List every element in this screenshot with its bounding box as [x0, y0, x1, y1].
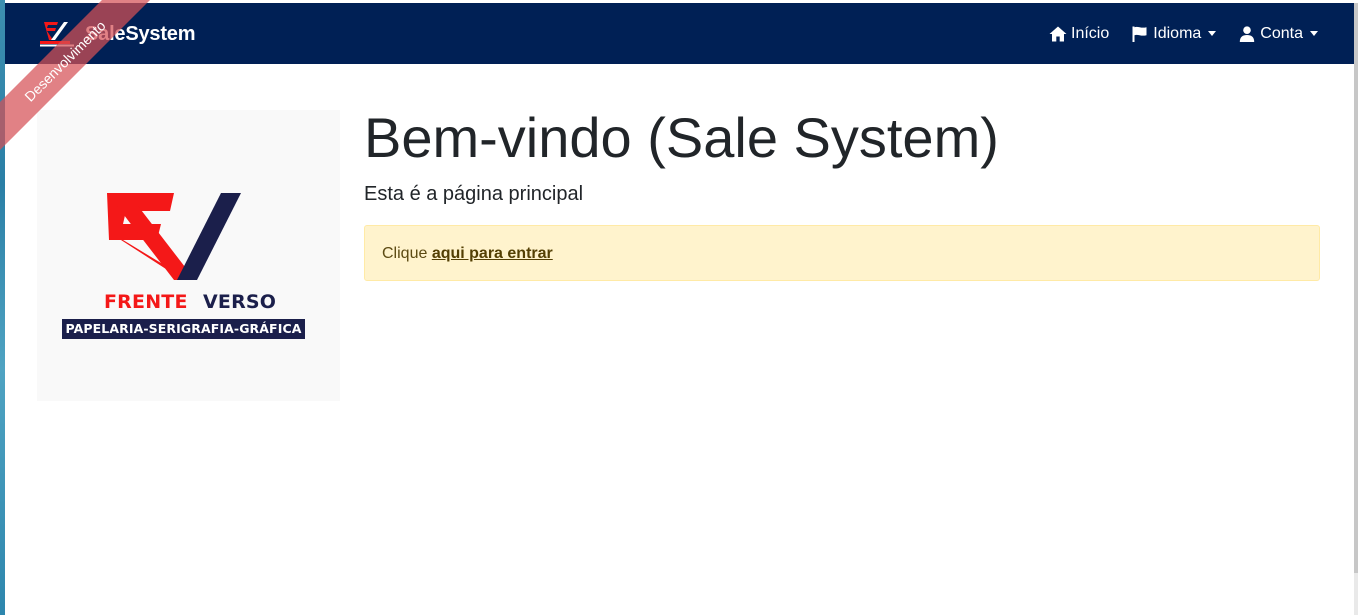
home-icon — [1049, 26, 1067, 41]
chevron-down-icon — [1208, 31, 1217, 36]
app-name: SaleSystem — [85, 22, 196, 45]
login-alert: Clique aqui para entrar — [364, 225, 1320, 281]
login-link[interactable]: aqui para entrar — [432, 245, 553, 262]
nav-account-label: Conta — [1260, 24, 1303, 42]
company-logo: FRENTE VERSO PAPELARIA-SERIGRAFIA-GRÁFIC… — [37, 110, 340, 401]
logo-word-frente: FRENTE — [104, 291, 188, 313]
scrollbar-thumb[interactable] — [1354, 3, 1358, 573]
frente-verso-logo-icon — [107, 193, 241, 280]
navbar-menu: Início Idioma Conta — [1027, 3, 1318, 64]
window-left-edge — [0, 0, 5, 615]
flag-icon — [1132, 26, 1147, 42]
nav-language-label: Idioma — [1153, 24, 1202, 42]
alert-prefix: Clique — [382, 245, 428, 262]
page-title: Bem-vindo (Sale System) — [364, 106, 999, 169]
nav-language-dropdown[interactable]: Idioma — [1131, 24, 1217, 43]
logo-word-verso: VERSO — [203, 291, 277, 313]
user-icon — [1240, 25, 1255, 42]
chevron-down-icon — [1310, 31, 1318, 36]
top-navbar: SaleSystem Início Idioma Conta — [5, 3, 1354, 64]
brand-logo-icon — [40, 22, 74, 47]
page-subtitle: Esta é a página principal — [364, 183, 584, 205]
nav-home-label: Início — [1071, 24, 1110, 42]
page-scrollbar[interactable] — [1354, 3, 1358, 615]
navbar-brand[interactable]: SaleSystem — [38, 20, 195, 48]
nav-account-dropdown[interactable]: Conta — [1238, 25, 1318, 43]
logo-tagline: PAPELARIA-SERIGRAFIA-GRÁFICA — [62, 319, 305, 339]
nav-home-link[interactable]: Início — [1049, 25, 1109, 43]
